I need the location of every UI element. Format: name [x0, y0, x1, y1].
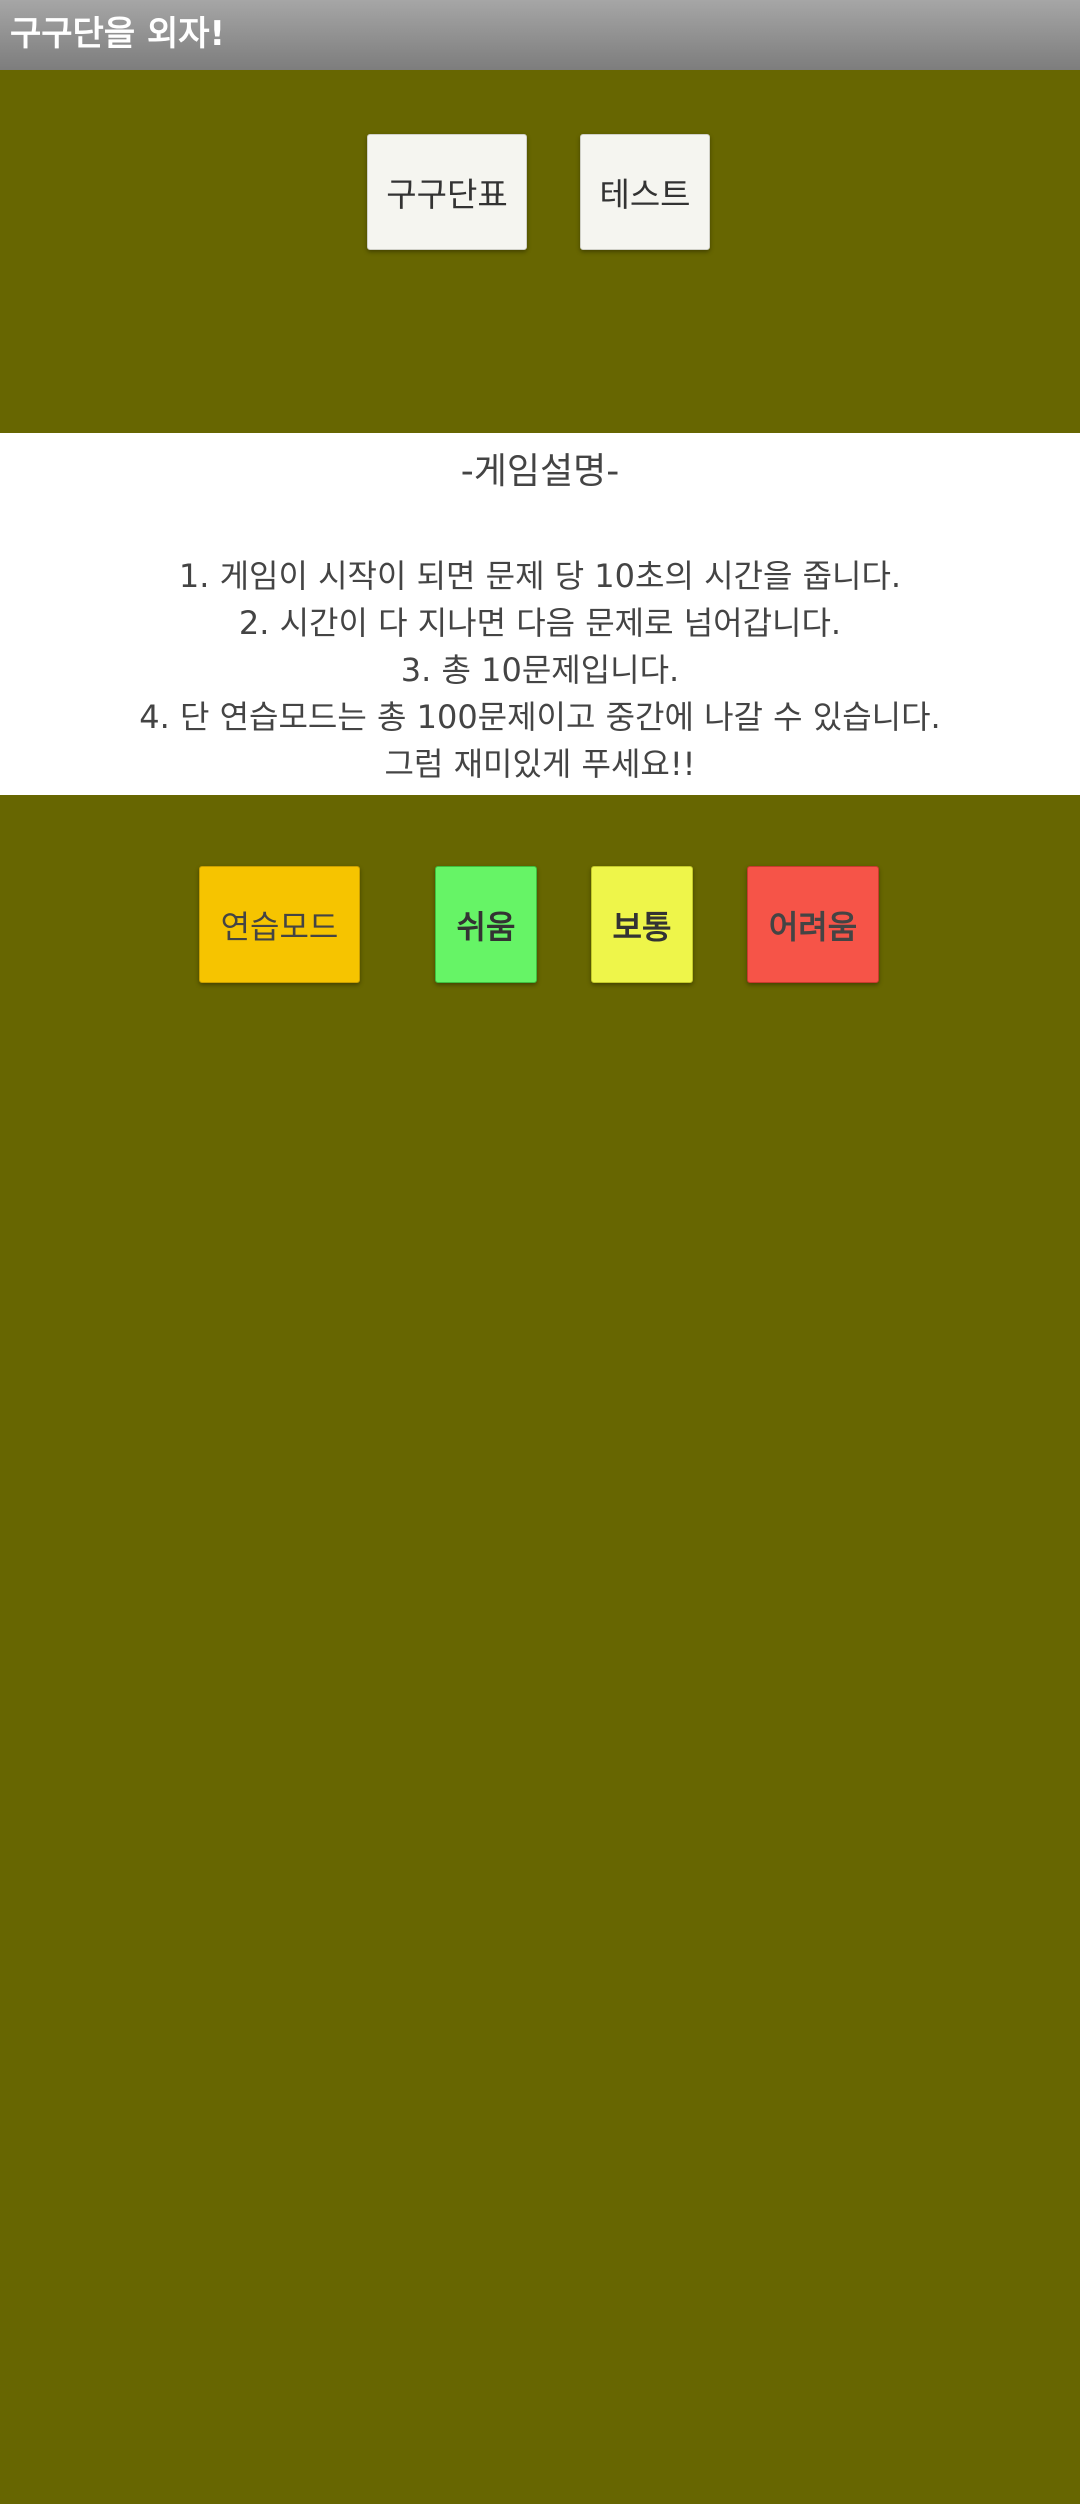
test-button-label: 테스트	[599, 175, 691, 214]
hard-button[interactable]: 어려움	[747, 866, 879, 983]
normal-button[interactable]: 보통	[591, 866, 693, 983]
normal-label: 보통	[612, 907, 672, 946]
practice-mode-label: 연습모드	[220, 907, 339, 946]
description-line: 그럼 재미있게 푸세요!!	[384, 745, 696, 783]
app-bar: 구구단을 외자!	[0, 0, 1080, 70]
multiplication-table-button[interactable]: 구구단표	[367, 134, 527, 250]
multiplication-table-button-label: 구구단표	[386, 175, 508, 214]
description-line: 1. 게임이 시작이 되면 문제 당 10초의 시간을 줍니다.	[178, 557, 902, 595]
description-text: 1. 게임이 시작이 되면 문제 당 10초의 시간을 줍니다. 2. 시간이 …	[0, 553, 1080, 788]
description-title: -게임설명-	[460, 451, 620, 492]
game-description-panel: -게임설명- 1. 게임이 시작이 되면 문제 당 10초의 시간을 줍니다. …	[0, 433, 1080, 795]
description-line: 4. 단 연습모드는 총 100문제이고 중간에 나갈 수 있습니다.	[139, 698, 941, 736]
easy-label: 쉬움	[456, 907, 516, 946]
top-area	[0, 70, 1080, 433]
test-button[interactable]: 테스트	[580, 134, 710, 250]
easy-button[interactable]: 쉬움	[435, 866, 537, 983]
practice-mode-button[interactable]: 연습모드	[199, 866, 360, 983]
description-line: 3. 총 10문제입니다.	[400, 651, 680, 689]
app-title: 구구단을 외자!	[10, 14, 226, 54]
description-line: 2. 시간이 다 지나면 다음 문제로 넘어갑니다.	[238, 604, 842, 642]
hard-label: 어려움	[768, 907, 858, 946]
